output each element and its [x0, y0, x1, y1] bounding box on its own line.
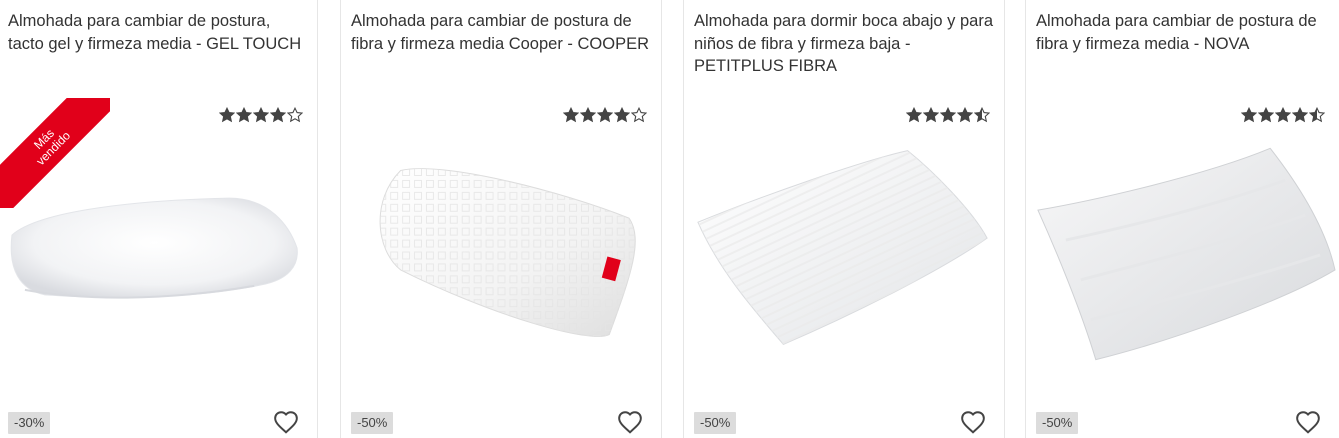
star-full-icon	[1292, 107, 1308, 123]
product-image[interactable]	[0, 130, 317, 380]
star-rating	[1241, 107, 1325, 125]
heart-outline-icon[interactable]	[617, 410, 643, 434]
heart-outline-icon[interactable]	[960, 410, 986, 434]
product-image[interactable]	[684, 130, 1004, 380]
star-full-icon	[1241, 107, 1257, 123]
star-full-icon	[1258, 107, 1274, 123]
heart-outline-icon[interactable]	[1295, 410, 1321, 434]
star-half-icon	[1309, 107, 1325, 123]
discount-badge: -50%	[1036, 412, 1079, 434]
star-full-icon	[563, 107, 579, 123]
star-rating	[219, 107, 303, 125]
product-title[interactable]: Almohada para cambiar de postura de fibr…	[351, 10, 651, 55]
star-full-icon	[580, 107, 596, 123]
discount-badge: -50%	[694, 412, 737, 434]
product-card[interactable]: Almohada para cambiar de postura de fibr…	[1025, 0, 1339, 438]
star-full-icon	[236, 107, 252, 123]
product-card[interactable]: Almohada para dormir boca abajo y para n…	[683, 0, 1005, 438]
product-image[interactable]	[341, 130, 661, 380]
star-empty-icon	[287, 107, 303, 123]
star-full-icon	[906, 107, 922, 123]
product-title[interactable]: Almohada para cambiar de postura de fibr…	[1036, 10, 1336, 55]
star-full-icon	[940, 107, 956, 123]
product-grid: Almohada para cambiar de postura, tacto …	[0, 0, 1339, 438]
star-full-icon	[957, 107, 973, 123]
star-full-icon	[614, 107, 630, 123]
star-half-icon	[974, 107, 990, 123]
star-full-icon	[253, 107, 269, 123]
discount-badge: -50%	[351, 412, 394, 434]
star-full-icon	[1275, 107, 1291, 123]
star-full-icon	[923, 107, 939, 123]
discount-badge: -30%	[8, 412, 51, 434]
heart-outline-icon[interactable]	[273, 410, 299, 434]
product-title[interactable]: Almohada para cambiar de postura, tacto …	[8, 10, 308, 55]
product-title[interactable]: Almohada para dormir boca abajo y para n…	[694, 10, 994, 78]
product-image[interactable]	[1026, 130, 1339, 380]
star-full-icon	[219, 107, 235, 123]
star-full-icon	[270, 107, 286, 123]
star-empty-icon	[631, 107, 647, 123]
product-card[interactable]: Almohada para cambiar de postura, tacto …	[0, 0, 318, 438]
star-rating	[906, 107, 990, 125]
product-card[interactable]: Almohada para cambiar de postura de fibr…	[340, 0, 662, 438]
star-rating	[563, 107, 647, 125]
star-full-icon	[597, 107, 613, 123]
